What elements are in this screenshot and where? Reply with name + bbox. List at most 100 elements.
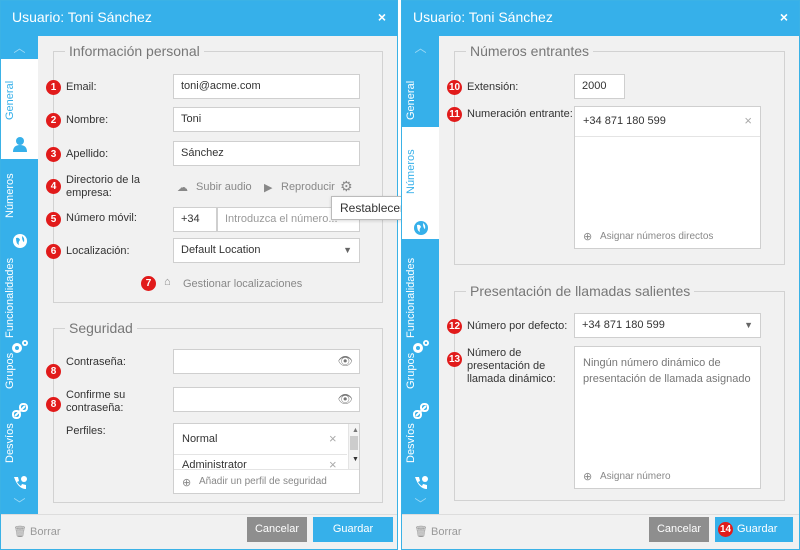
- save-button[interactable]: Guardar: [313, 517, 393, 542]
- play-button[interactable]: Reproducir: [281, 181, 335, 193]
- gear-icon[interactable]: ⚙: [340, 178, 353, 195]
- empty-state-text: Ningún número dinámico de presentación d…: [583, 357, 751, 385]
- incoming-numbers-list[interactable]: +34 871 180 599 × ⊕ Asignar números dire…: [574, 106, 761, 249]
- footer: 🗑 Borrar Cancelar Guardar: [1, 514, 397, 549]
- country-prefix-field[interactable]: +34: [173, 207, 217, 232]
- tab-numeros[interactable]: Números: [402, 127, 439, 239]
- trash-icon: 🗑: [13, 526, 27, 538]
- delete-button[interactable]: 🗑 Borrar: [13, 525, 61, 538]
- play-icon[interactable]: ▶: [264, 181, 272, 194]
- cancel-button[interactable]: Cancelar: [247, 517, 307, 542]
- manage-locations-link[interactable]: Gestionar localizaciones: [183, 278, 302, 290]
- profiles-list[interactable]: Normal × Administrator × ▲ ▼ ⊕ Añadir un…: [173, 423, 360, 494]
- close-icon[interactable]: ×: [780, 9, 788, 25]
- user-dialog-general: Usuario: Toni Sánchez × ︿ General Número…: [0, 0, 398, 550]
- section-title: Información personal: [65, 43, 204, 59]
- save-label: Guardar: [737, 523, 778, 535]
- assign-direct-numbers-link[interactable]: Asignar números directos: [600, 231, 713, 242]
- add-icon[interactable]: ⊕: [583, 470, 592, 483]
- phone-forward-icon: [411, 475, 431, 493]
- eye-icon[interactable]: 👁: [338, 350, 353, 373]
- section-title: Números entrantes: [466, 43, 594, 59]
- name-field[interactable]: Toni: [173, 107, 360, 132]
- confirm-password-field[interactable]: 👁: [173, 387, 360, 412]
- add-icon[interactable]: ⊕: [583, 230, 592, 243]
- remove-icon[interactable]: ×: [744, 113, 752, 128]
- surname-label: Apellido:: [66, 148, 109, 160]
- cancel-button[interactable]: Cancelar: [649, 517, 709, 542]
- add-profile-link[interactable]: Añadir un perfil de seguridad: [199, 476, 327, 487]
- close-icon[interactable]: ×: [378, 9, 386, 25]
- tab-funcionalidades-label: Funcionalidades: [405, 257, 417, 339]
- badge: 2: [46, 113, 61, 128]
- chevron-up-icon[interactable]: ︿: [1, 39, 38, 56]
- delete-button[interactable]: 🗑 Borrar: [414, 525, 462, 538]
- add-icon[interactable]: ⊕: [182, 476, 191, 489]
- chevron-up-icon[interactable]: ︿: [402, 39, 439, 56]
- badge: 8: [46, 397, 61, 412]
- confirm-password-label: Confirme su contraseña:: [66, 389, 126, 414]
- eye-icon[interactable]: 👁: [338, 388, 353, 411]
- sidebar: ︿ General Números Funcionalidades Grupos: [1, 36, 38, 516]
- default-number-value: +34 871 180 599: [582, 319, 665, 331]
- remove-icon[interactable]: ×: [329, 431, 337, 446]
- upload-audio-button[interactable]: Subir audio: [196, 181, 252, 193]
- surname-field[interactable]: Sánchez: [173, 141, 360, 166]
- profiles-label: Perfiles:: [66, 425, 106, 437]
- section-title: Seguridad: [65, 320, 137, 336]
- outgoing-presentation-section: Presentación de llamadas salientes 12 Nú…: [447, 283, 785, 501]
- chevron-down-icon[interactable]: ﹀: [1, 495, 38, 512]
- home-icon[interactable]: ⌂: [164, 276, 171, 288]
- directory-label: Directorio de la empresa:: [66, 174, 140, 199]
- assign-number-link[interactable]: Asignar número: [600, 471, 671, 482]
- tab-funcionalidades-label: Funcionalidades: [4, 257, 16, 339]
- badge: 10: [447, 80, 462, 95]
- location-value: Default Location: [181, 244, 261, 256]
- content-area: Información personal 1 Email: toni@acme.…: [38, 36, 397, 516]
- tab-desvios-label: Desvíos: [405, 423, 417, 463]
- badge: 1: [46, 80, 61, 95]
- name-label: Nombre:: [66, 114, 109, 126]
- badge: 4: [46, 179, 61, 194]
- tab-grupos-label: Grupos: [405, 352, 417, 390]
- extension-label: Extensión:: [467, 81, 519, 93]
- badge: 3: [46, 147, 61, 162]
- chevron-down-icon[interactable]: ﹀: [402, 495, 439, 512]
- location-label: Localización:: [66, 245, 130, 257]
- badge: 14: [718, 522, 733, 537]
- email-field[interactable]: toni@acme.com: [173, 74, 360, 99]
- sidebar: ︿ General Números Funcionalidades Grupos: [402, 36, 439, 516]
- section-title: Presentación de llamadas salientes: [466, 283, 695, 299]
- tab-desvios-label: Desvíos: [4, 423, 16, 463]
- globe-icon: [411, 220, 431, 238]
- email-label: Email:: [66, 81, 97, 93]
- title-bar: Usuario: Toni Sánchez ×: [1, 1, 397, 36]
- badge: 7: [141, 276, 156, 291]
- user-icon: [10, 136, 30, 154]
- tab-desvios[interactable]: Desvíos: [1, 419, 38, 499]
- dynamic-numbers-list[interactable]: Ningún número dinámico de presentación d…: [574, 346, 761, 489]
- badge: 12: [447, 319, 462, 334]
- chevron-down-icon: ▼: [744, 320, 753, 330]
- badge: 11: [447, 107, 462, 122]
- extension-field[interactable]: 2000: [574, 74, 625, 99]
- badge: 13: [447, 352, 462, 367]
- tab-numeros-label: Números: [4, 173, 16, 219]
- tab-numeros[interactable]: Números: [1, 159, 38, 259]
- tab-desvios[interactable]: Desvíos: [402, 419, 439, 499]
- location-select[interactable]: Default Location ▼: [173, 238, 360, 263]
- trash-icon: 🗑: [414, 526, 428, 538]
- dialog-title: Usuario: Toni Sánchez: [413, 9, 553, 25]
- tab-numeros-label: Números: [405, 149, 417, 195]
- tab-general[interactable]: General: [1, 59, 38, 159]
- save-button[interactable]: 14 Guardar: [715, 517, 793, 542]
- default-number-select[interactable]: +34 871 180 599 ▼: [574, 313, 761, 338]
- cloud-upload-icon[interactable]: ☁: [177, 181, 188, 194]
- badge: 8: [46, 364, 61, 379]
- password-label: Contraseña:: [66, 356, 126, 368]
- scrollbar[interactable]: ▲ ▼: [348, 424, 359, 469]
- number-item: +34 871 180 599: [583, 115, 666, 127]
- password-field[interactable]: 👁: [173, 349, 360, 374]
- badge: 6: [46, 244, 61, 259]
- default-number-label: Número por defecto:: [467, 320, 568, 332]
